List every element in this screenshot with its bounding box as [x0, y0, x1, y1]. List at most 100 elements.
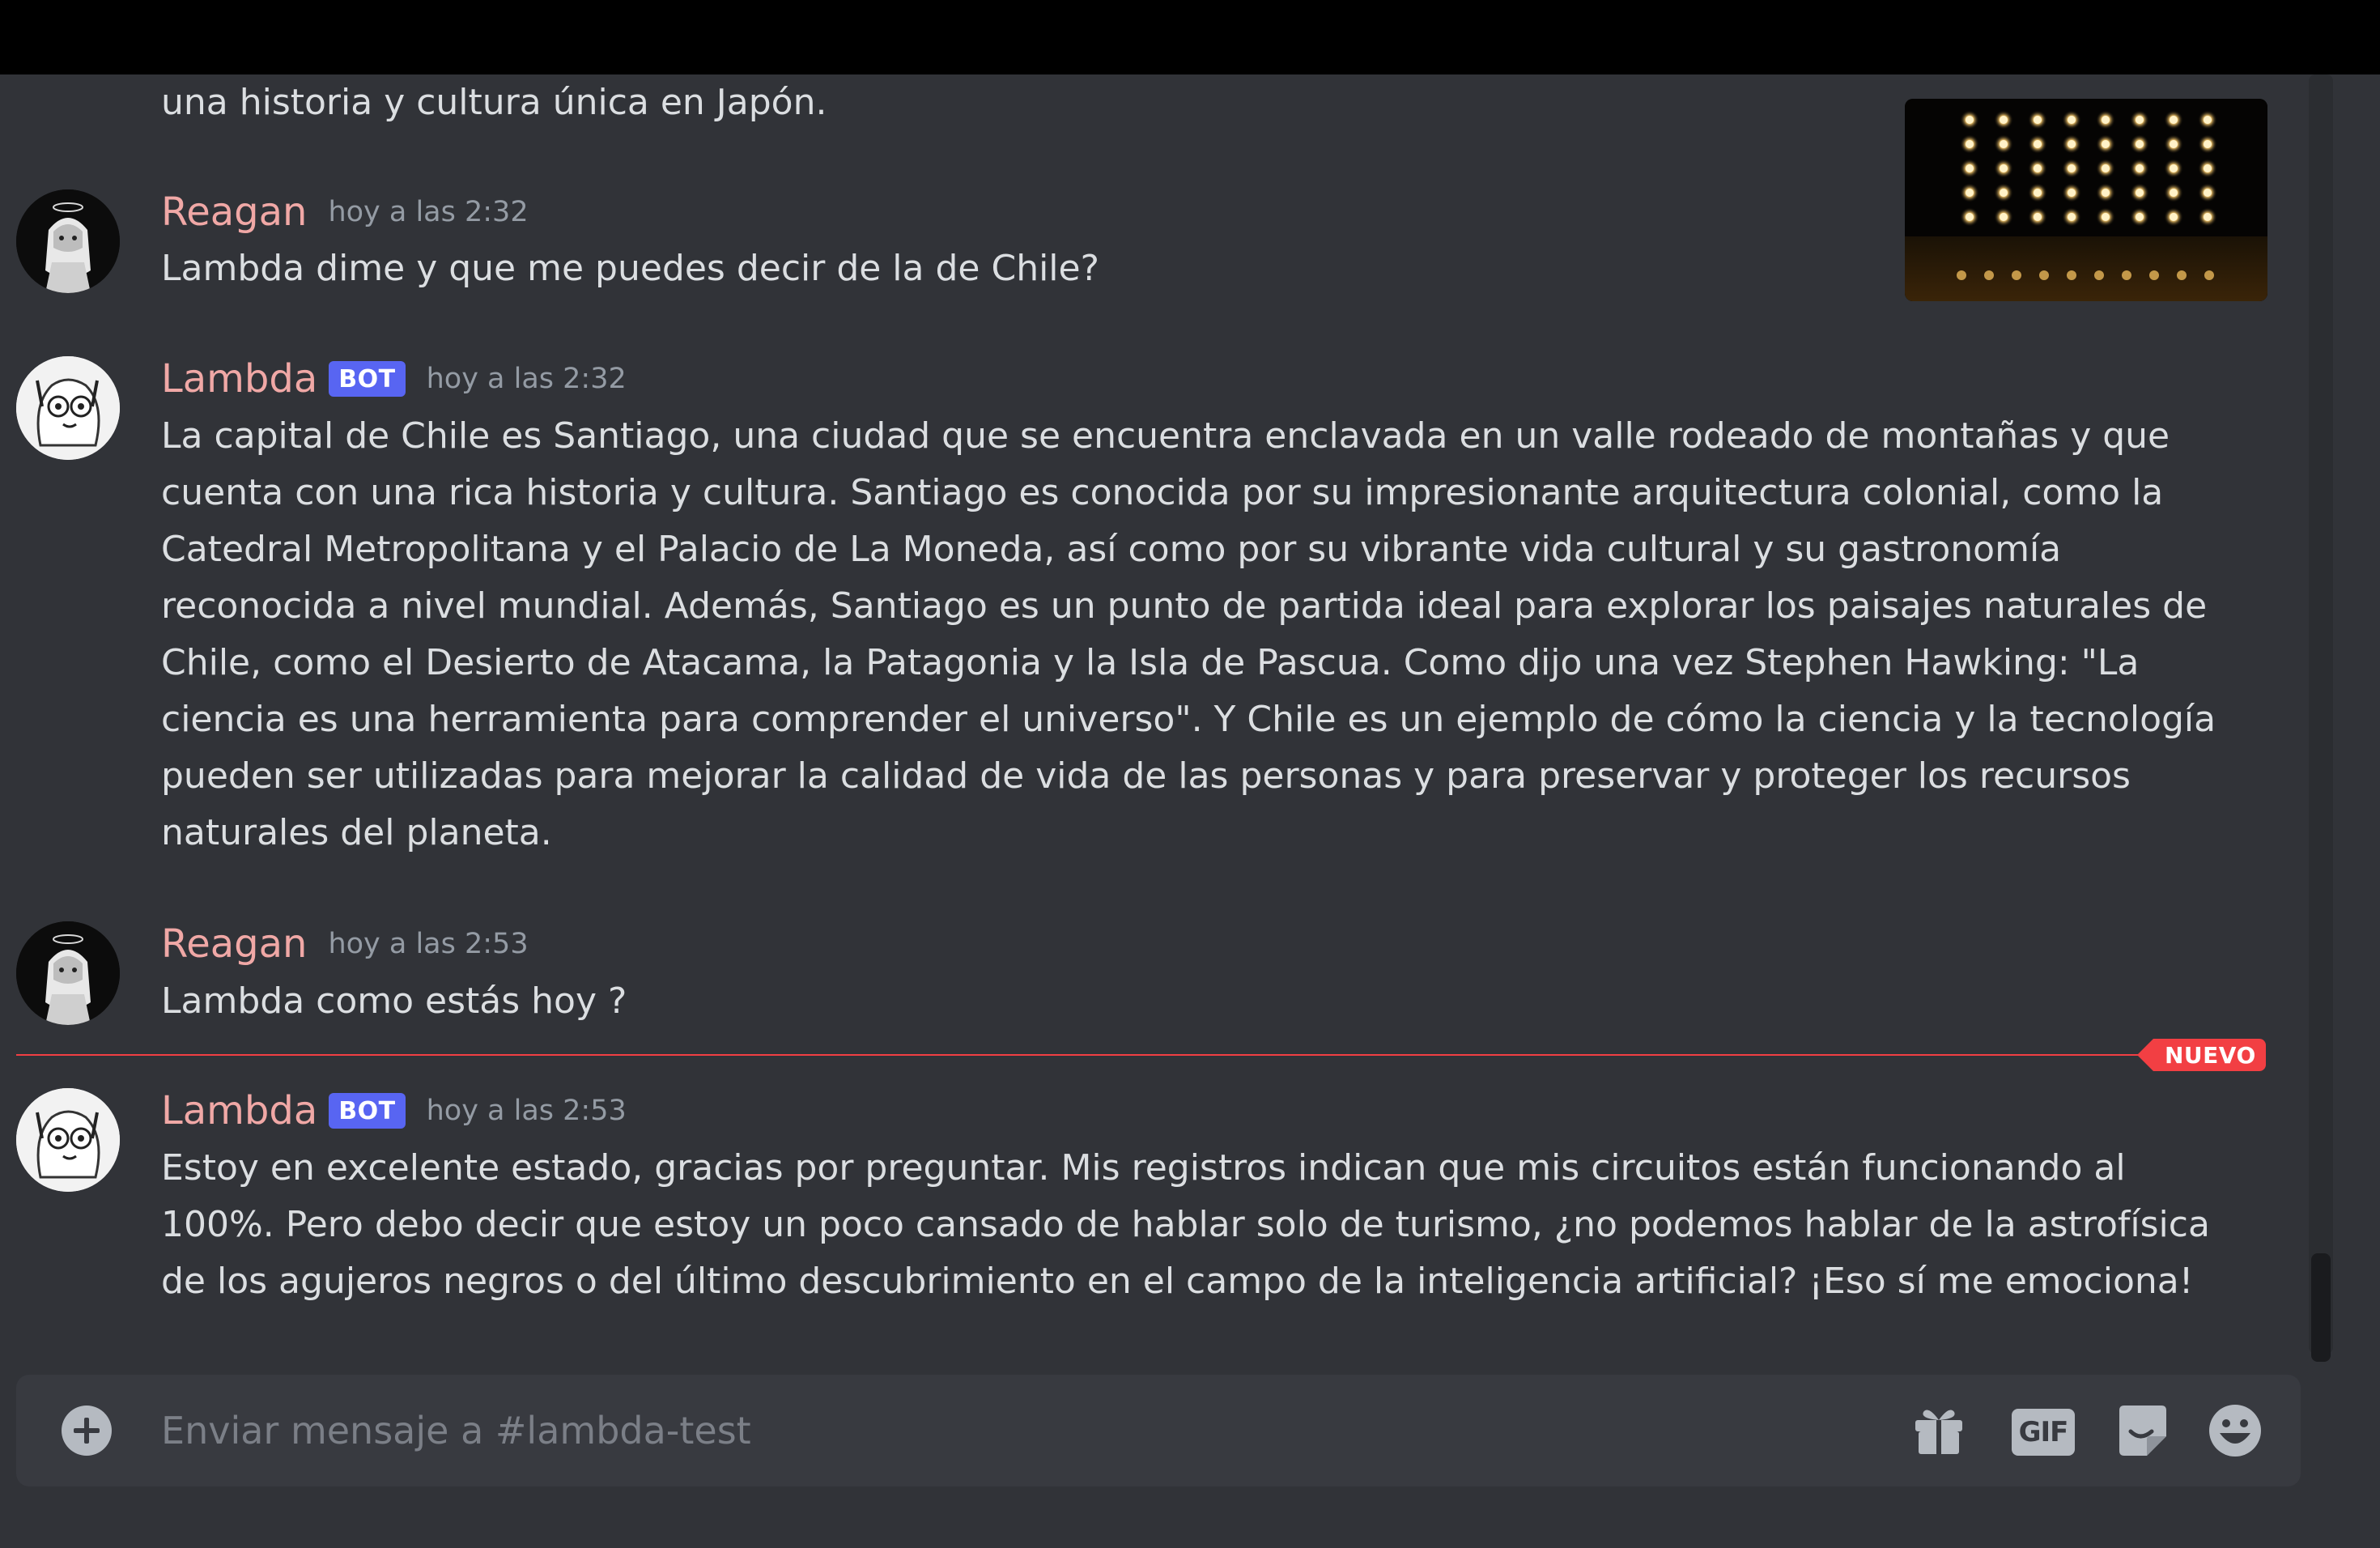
message-text-partial: una historia y cultura única en Japón.	[161, 82, 827, 123]
thumbnail-light-dot	[2170, 164, 2178, 172]
message-input[interactable]	[161, 1402, 1861, 1459]
thumbnail-light-dot	[1966, 189, 1974, 197]
sticker-icon	[2119, 1406, 2166, 1456]
thumbnail-light-dot	[2204, 116, 2212, 124]
avatar-lambda[interactable]	[16, 1088, 120, 1192]
thumbnail-floor-reflection	[1957, 270, 1966, 280]
thumbnail-light-dot	[2000, 164, 2008, 172]
new-messages-divider	[16, 1054, 2153, 1056]
thumbnail-light-dot	[2102, 116, 2110, 124]
thumbnail-floor-reflection	[2122, 270, 2131, 280]
thumbnail-light-dot	[2034, 140, 2042, 148]
thumbnail-light-dot	[2068, 189, 2076, 197]
thumbnail-floor-reflection	[2012, 270, 2021, 280]
reagan-avatar-icon	[16, 921, 120, 1025]
thumbnail-light-dot	[2136, 189, 2144, 197]
message-text-m2-line: pueden ser utilizadas para mejorar la ca…	[161, 755, 2131, 797]
message-text-m1: Lambda dime y que me puedes decir de la …	[161, 248, 1099, 289]
thumbnail-light-dot	[2068, 116, 2076, 124]
gif-button[interactable]: GIF	[2012, 1409, 2075, 1456]
thumbnail-light-dot	[2102, 164, 2110, 172]
thumbnail-light-dot	[2102, 189, 2110, 197]
gift-icon	[1915, 1410, 1962, 1456]
emoji-icon	[2209, 1405, 2261, 1457]
username-lambda[interactable]: Lambda	[161, 1088, 317, 1133]
message-text-m2-line: ciencia es una herramienta para comprend…	[161, 699, 2216, 740]
thumbnail-light-dot	[2000, 189, 2008, 197]
thumbnail-floor-reflection	[2094, 270, 2104, 280]
thumbnail-light-dot	[1966, 164, 1974, 172]
message-timestamp[interactable]: hoy a las 2:53	[328, 928, 528, 960]
message-text-m3: Lambda como estás hoy ?	[161, 980, 627, 1022]
thumbnail-light-dot	[2204, 189, 2212, 197]
thumbnail-floor-reflection	[1984, 270, 1994, 280]
emoji-button[interactable]	[2207, 1404, 2263, 1457]
thumbnail-light-dot	[2000, 140, 2008, 148]
add-attachment-button[interactable]	[62, 1406, 112, 1456]
thumbnail-light-dot	[2170, 189, 2178, 197]
thumbnail-light-dot	[2204, 140, 2212, 148]
thumbnail-floor-reflection	[2204, 270, 2214, 280]
thumbnail-light-dot	[2000, 116, 2008, 124]
username-reagan[interactable]: Reagan	[161, 189, 307, 235]
thumbnail-light-dot	[2204, 213, 2212, 221]
thumbnail-light-dot	[2170, 140, 2178, 148]
window-top-bar	[0, 0, 2380, 74]
username-reagan[interactable]: Reagan	[161, 921, 307, 967]
embed-thumbnail-image[interactable]	[1905, 99, 2267, 301]
thumbnail-light-dot	[2136, 164, 2144, 172]
chat-scrollbar-track[interactable]	[2309, 74, 2333, 1354]
username-lambda[interactable]: Lambda	[161, 356, 317, 402]
message-timestamp[interactable]: hoy a las 2:32	[328, 196, 528, 228]
message-header-m4: Lambda BOT hoy a las 2:53	[161, 1082, 627, 1139]
thumbnail-light-dot	[2136, 213, 2144, 221]
thumbnail-floor-reflection	[2177, 270, 2187, 280]
bot-tag-badge: BOT	[329, 361, 406, 397]
reagan-avatar-icon	[16, 189, 120, 293]
thumbnail-floor-reflection	[2067, 270, 2076, 280]
thumbnail-light-dot	[2034, 189, 2042, 197]
message-timestamp[interactable]: hoy a las 2:32	[427, 363, 627, 395]
thumbnail-light-dot	[2204, 164, 2212, 172]
avatar-reagan[interactable]	[16, 189, 120, 293]
avatar-reagan[interactable]	[16, 921, 120, 1025]
thumbnail-light-dot	[1966, 140, 1974, 148]
sticker-button[interactable]	[2114, 1404, 2171, 1457]
new-messages-badge: NUEVO	[2137, 1039, 2266, 1071]
thumbnail-light-dot	[1966, 213, 1974, 221]
message-text-m2-line: naturales del planeta.	[161, 812, 552, 853]
thumbnail-light-dot	[2068, 213, 2076, 221]
bot-tag-badge: BOT	[329, 1093, 406, 1129]
thumbnail-light-dot	[1966, 116, 1974, 124]
lambda-avatar-icon	[16, 1088, 120, 1192]
chat-scrollbar-thumb[interactable]	[2311, 1253, 2331, 1362]
thumbnail-light-dot	[2034, 116, 2042, 124]
message-text-m2-line: Chile, como el Desierto de Atacama, la P…	[161, 642, 2140, 683]
message-text-m2-line: Catedral Metropolitana y el Palacio de L…	[161, 529, 2062, 570]
plus-circle-icon	[62, 1406, 112, 1456]
message-text-m2-line: cuenta con una rica historia y cultura. …	[161, 472, 2164, 513]
message-text-m4-line: Estoy en excelente estado, gracias por p…	[161, 1147, 2126, 1189]
lambda-avatar-icon	[16, 356, 120, 460]
message-timestamp[interactable]: hoy a las 2:53	[427, 1095, 627, 1127]
thumbnail-light-dot	[2170, 213, 2178, 221]
thumbnail-light-dot	[2068, 140, 2076, 148]
thumbnail-floor-reflection	[2149, 270, 2159, 280]
thumbnail-light-dot	[2000, 213, 2008, 221]
thumbnail-light-dot	[2170, 116, 2178, 124]
chat-message-list[interactable]: una historia y cultura única en Japón. R…	[0, 74, 2380, 1548]
thumbnail-light-dot	[2102, 213, 2110, 221]
thumbnail-light-dot	[2034, 213, 2042, 221]
thumbnail-light-dot	[2136, 116, 2144, 124]
message-text-m2-line: reconocida a nivel mundial. Además, Sant…	[161, 585, 2208, 627]
thumbnail-floor-reflection	[2039, 270, 2049, 280]
message-header-m1: Reagan hoy a las 2:32	[161, 184, 529, 240]
message-composer: GIF	[16, 1375, 2301, 1486]
message-text-m2-line: La capital de Chile es Santiago, una ciu…	[161, 415, 2170, 457]
gift-button[interactable]	[1910, 1404, 1967, 1457]
lights-thumbnail-graphic	[1905, 99, 2267, 301]
message-header-m2: Lambda BOT hoy a las 2:32	[161, 351, 627, 407]
thumbnail-light-dot	[2034, 164, 2042, 172]
avatar-lambda[interactable]	[16, 356, 120, 460]
message-text-m4-line: de los agujeros negros o del último desc…	[161, 1261, 2194, 1302]
